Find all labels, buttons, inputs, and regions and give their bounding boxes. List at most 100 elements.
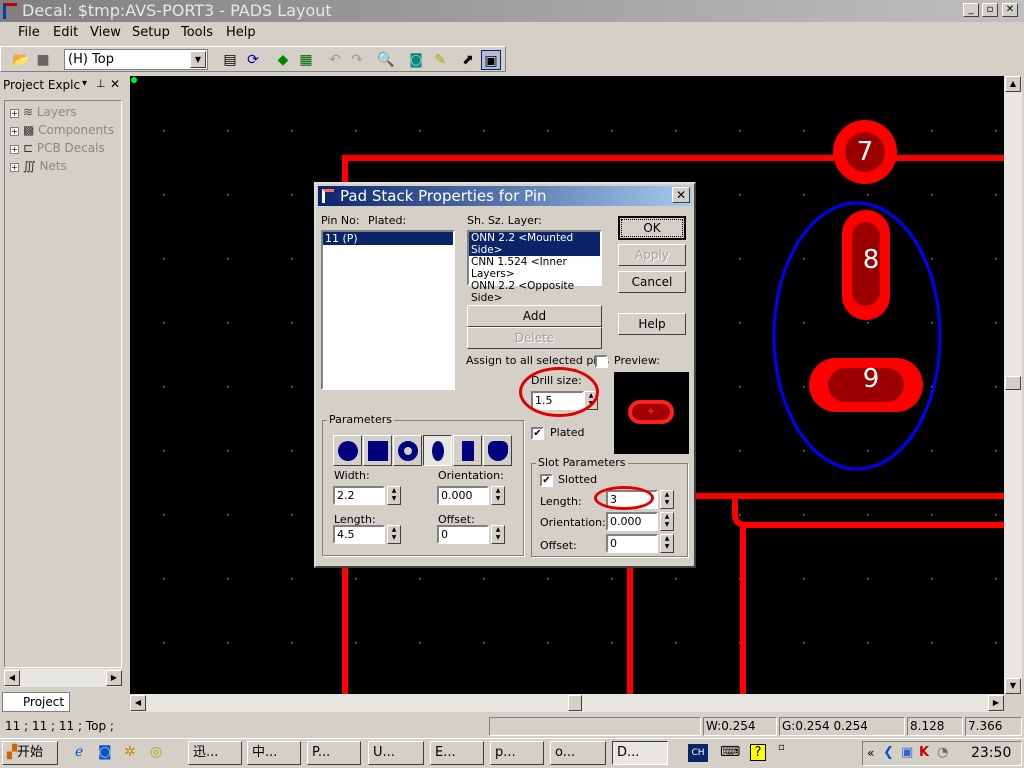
delete-button[interactable]: Delete	[467, 327, 602, 349]
view-icon[interactable]: ◙	[406, 50, 426, 70]
tool-icon[interactable]: ⬈	[458, 50, 478, 70]
tab-project[interactable]: Project	[2, 692, 70, 712]
cancel-button[interactable]: Cancel	[618, 271, 686, 293]
volume-icon[interactable]: ◔	[937, 745, 948, 760]
expand-icon[interactable]: +	[10, 163, 19, 172]
shape-oval-button[interactable]	[423, 435, 452, 466]
slot-orientation-input[interactable]: 0.000	[606, 512, 658, 531]
slot-offset-input[interactable]: 0	[606, 534, 658, 553]
pad-7[interactable]: 7	[833, 120, 897, 184]
scroll-up-icon[interactable]: ▲	[1005, 76, 1021, 92]
menu-file[interactable]: File	[18, 25, 40, 40]
close-panel-icon[interactable]: ✕	[110, 77, 120, 91]
taskbar-item-active[interactable]: D...	[612, 741, 668, 765]
quicklaunch-ie-icon[interactable]: ℯ	[75, 744, 83, 760]
restore-icon[interactable]: ▫	[778, 742, 785, 753]
layer-list-item[interactable]: CNN 1.524 <Inner Layers>	[469, 256, 600, 280]
dialog-close-button[interactable]: ✕	[672, 187, 690, 203]
scroll-right-icon[interactable]: ▶	[106, 670, 122, 686]
tree-hscroll[interactable]: ◀ ▶	[4, 669, 122, 687]
orientation-spinner[interactable]: ▲ ▼	[491, 486, 505, 505]
maximize-button[interactable]: ▫	[982, 3, 998, 17]
layer-list-item[interactable]: ONN 2.2 <Mounted Side>	[469, 232, 600, 256]
menu-setup[interactable]: Setup	[132, 25, 170, 40]
minimize-button[interactable]: _	[963, 3, 979, 17]
shape-custom-button[interactable]	[483, 435, 512, 466]
taskbar-item[interactable]: 迅...	[188, 741, 242, 765]
quicklaunch-icon[interactable]: ◙	[98, 744, 112, 760]
length-input[interactable]: 4.5	[333, 525, 385, 544]
add-button[interactable]: Add	[467, 305, 602, 327]
pin-list-item[interactable]: 11 (P)	[323, 232, 453, 245]
width-spinner[interactable]: ▲ ▼	[387, 486, 401, 505]
slot-orientation-spinner[interactable]: ▲ ▼	[660, 512, 674, 531]
quicklaunch-icon[interactable]: ◎	[150, 744, 162, 760]
close-button[interactable]: ✕	[1002, 3, 1018, 17]
scroll-thumb[interactable]	[568, 695, 582, 711]
keyboard-icon[interactable]: ⌨	[720, 744, 740, 760]
menu-tools[interactable]: Tools	[181, 25, 213, 40]
taskbar-item[interactable]: 中...	[247, 741, 301, 765]
layer-list-item[interactable]: ONN 2.2 <Opposite Side>	[469, 280, 600, 304]
scroll-left-icon[interactable]: ◀	[4, 670, 20, 686]
shape-rectangle-button[interactable]	[453, 435, 482, 466]
offset-input[interactable]: 0	[437, 525, 489, 544]
scroll-down-icon[interactable]: ▼	[1005, 678, 1021, 694]
expand-icon[interactable]: +	[10, 145, 19, 154]
slot-length-spinner[interactable]: ▲ ▼	[660, 490, 674, 509]
open-icon[interactable]: 📂	[11, 50, 31, 70]
taskbar-item[interactable]: U...	[368, 741, 424, 765]
antivirus-icon[interactable]: K	[919, 745, 929, 760]
ime-indicator[interactable]: CH	[688, 744, 708, 762]
slotted-checkbox[interactable]: ✔	[540, 474, 553, 487]
taskbar-item[interactable]: o...	[550, 741, 606, 765]
menu-edit[interactable]: Edit	[53, 25, 78, 40]
dropdown-icon[interactable]: ▾	[82, 78, 87, 89]
shapes-icon[interactable]: ◆	[273, 50, 293, 70]
scroll-left-icon[interactable]: ◀	[130, 695, 146, 711]
help-icon[interactable]: ?	[750, 744, 766, 761]
shape-annular-button[interactable]	[393, 435, 422, 466]
refresh-icon[interactable]: ⟳	[243, 50, 263, 70]
slot-offset-spinner[interactable]: ▲ ▼	[660, 534, 674, 553]
shape-square-button[interactable]	[363, 435, 392, 466]
menu-help[interactable]: Help	[226, 25, 256, 40]
zoom-icon[interactable]: 🔍	[376, 50, 396, 70]
tree-item-components[interactable]: + ▩ Components	[10, 123, 114, 137]
plated-checkbox[interactable]: ✔	[531, 427, 544, 440]
shape-round-button[interactable]	[333, 435, 362, 466]
chevron-down-icon[interactable]: ▼	[190, 51, 206, 68]
pad-9[interactable]: 9	[809, 358, 923, 412]
pin-icon[interactable]: ⊥	[96, 77, 106, 90]
start-button[interactable]: ▞开始	[2, 741, 58, 765]
scroll-right-icon[interactable]: ▶	[988, 695, 1004, 711]
taskbar-item[interactable]: P...	[307, 741, 361, 765]
redo-icon[interactable]: ↷	[347, 50, 367, 70]
properties-icon[interactable]: ▤	[220, 50, 240, 70]
assign-all-checkbox[interactable]	[595, 355, 608, 368]
layer-select[interactable]: (H) Top ▼	[64, 49, 208, 70]
width-input[interactable]: 2.2	[333, 486, 385, 505]
window-icon[interactable]: ▣	[481, 50, 501, 70]
tray-expand-icon[interactable]: «	[867, 746, 874, 760]
orientation-input[interactable]: 0.000	[437, 486, 489, 505]
tree-item-pcb-decals[interactable]: + ⊏ PCB Decals	[10, 141, 105, 155]
offset-spinner[interactable]: ▲ ▼	[491, 525, 505, 544]
expand-icon[interactable]: +	[10, 109, 19, 118]
canvas-hscroll[interactable]: ◀ ▶	[130, 694, 1004, 712]
pin-list[interactable]: 11 (P)	[321, 230, 455, 390]
board-icon[interactable]: ▦	[296, 50, 316, 70]
undo-icon[interactable]: ↶	[325, 50, 345, 70]
tree-item-nets[interactable]: + ∭ Nets	[10, 159, 67, 173]
network-icon[interactable]: ▣	[901, 745, 913, 760]
pad-8[interactable]: 8	[842, 210, 890, 320]
save-icon[interactable]: ■	[33, 50, 53, 70]
help-button[interactable]: Help	[618, 313, 686, 335]
taskbar-item[interactable]: p...	[490, 741, 544, 765]
length-spinner[interactable]: ▲ ▼	[387, 525, 401, 544]
canvas-vscroll[interactable]: ▲ ▼	[1004, 76, 1022, 694]
quicklaunch-icon[interactable]: ✲	[124, 744, 136, 760]
ok-button[interactable]: OK	[618, 216, 686, 240]
brush-icon[interactable]: ✎	[430, 50, 450, 70]
layer-list[interactable]: ONN 2.2 <Mounted Side> CNN 1.524 <Inner …	[467, 230, 602, 304]
